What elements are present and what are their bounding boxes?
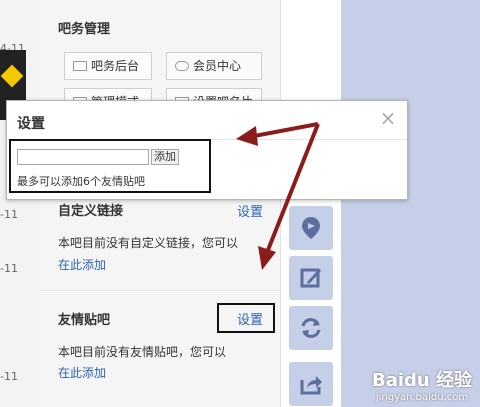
annotation-arrow-line xyxy=(266,123,320,251)
watermark-url: jingyan.baidu.com xyxy=(375,392,469,403)
annotation-arrow-line xyxy=(253,122,319,138)
annotation-arrowhead xyxy=(236,126,258,146)
watermark: Baidu 经验 jingyan.baidu.com xyxy=(372,366,472,403)
annotation-arrowhead xyxy=(258,246,276,270)
annotation-arrows xyxy=(236,122,320,270)
watermark-logo: Baidu 经验 xyxy=(371,370,472,391)
